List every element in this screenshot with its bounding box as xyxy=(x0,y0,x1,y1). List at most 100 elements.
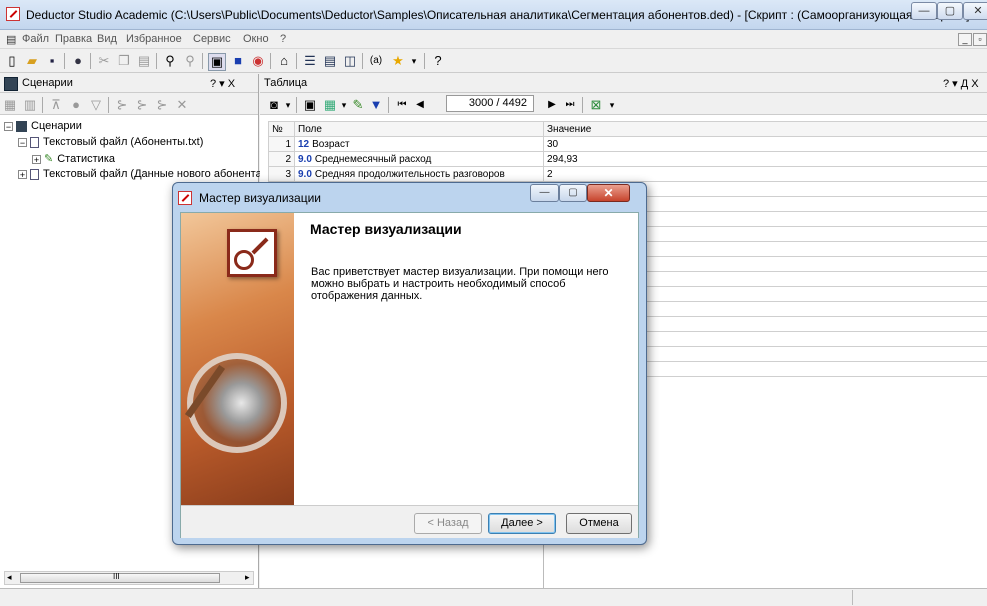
dialog-maximize-icon[interactable]: ▢ xyxy=(559,184,587,202)
close-icon[interactable]: ✕ xyxy=(963,2,987,20)
next-record-icon[interactable]: ▶ xyxy=(544,97,560,113)
menu-window[interactable]: Окно xyxy=(243,33,269,45)
type-code: 9.0 xyxy=(298,169,312,180)
save-icon[interactable]: ▪ xyxy=(44,53,60,69)
table-pane-title: Таблица xyxy=(264,77,307,89)
script-icon[interactable]: ■ xyxy=(230,53,246,69)
scroll-right-icon[interactable]: ▸ xyxy=(245,572,250,583)
minimize-icon[interactable]: — xyxy=(911,2,937,20)
dialog-close-icon[interactable]: ✕ xyxy=(587,184,630,202)
window-title: Deductor Studio Academic (C:\Users\Publi… xyxy=(26,8,970,22)
variables-icon[interactable]: (a) xyxy=(368,53,384,69)
menu-edit[interactable]: Правка xyxy=(55,33,92,45)
wizard-description: Вас приветствует мастер визуализации. Пр… xyxy=(311,266,631,302)
scroll-left-icon[interactable]: ◂ xyxy=(7,572,12,583)
cancel-button[interactable]: Отмена xyxy=(566,513,632,534)
cut-icon[interactable]: ✂ xyxy=(96,53,112,69)
home-icon[interactable]: ⌂ xyxy=(276,53,292,69)
menu-view[interactable]: Вид xyxy=(97,33,117,45)
scrollbar-grip: III xyxy=(113,572,120,581)
scrollbar-thumb[interactable] xyxy=(20,573,220,583)
cascade-icon[interactable]: ☰ xyxy=(302,53,318,69)
menu-favorites[interactable]: Избранное xyxy=(126,33,182,45)
table-pane-header: Таблица ? ▾ Д X xyxy=(260,74,987,93)
copy-icon[interactable]: ❐ xyxy=(116,53,132,69)
node-props-icon[interactable]: ▥ xyxy=(22,97,38,113)
type-code: 9.0 xyxy=(298,154,312,165)
tree-copy-icon[interactable]: ⊱ xyxy=(134,97,150,113)
chevron-down-icon[interactable]: ▾ xyxy=(406,53,422,69)
table-row[interactable]: 1 12Возраст 30 xyxy=(269,137,987,152)
add-node-icon[interactable]: ▦ xyxy=(2,97,18,113)
excel-dropdown-icon[interactable]: ▾ xyxy=(604,97,620,113)
wizard-heading: Мастер визуализации xyxy=(310,221,462,237)
menu-bar: ▤ Файл Правка Вид Избранное Сервис Окно … xyxy=(0,30,987,49)
menu-service[interactable]: Сервис xyxy=(193,33,231,45)
table-row[interactable]: 3 9.0Средняя продолжительность разговоро… xyxy=(269,167,987,182)
paste-icon[interactable]: ▤ xyxy=(136,53,152,69)
window-title-bar[interactable]: Deductor Studio Academic (C:\Users\Publi… xyxy=(0,0,987,30)
scenarios-pane-controls[interactable]: ? ▾ X xyxy=(210,77,235,90)
status-bar xyxy=(0,588,987,606)
filter-icon[interactable]: ▼ xyxy=(368,97,384,113)
magnifier-logo-icon xyxy=(227,229,277,277)
find-icon[interactable]: ⚲ xyxy=(162,53,178,69)
tree-item-new-subscriber-file[interactable]: +Текстовый файл (Данные нового абонента xyxy=(18,168,262,180)
wizard-image xyxy=(181,213,294,505)
record-counter-input[interactable]: 3000 / 4492 xyxy=(446,95,534,112)
tree-paste-icon[interactable]: ⊱ xyxy=(154,97,170,113)
next-button[interactable]: Далее > xyxy=(488,513,556,534)
app-icon xyxy=(6,7,20,21)
help-circle-icon[interactable]: ◉ xyxy=(250,53,266,69)
text-file-icon xyxy=(30,169,39,180)
new-file-icon[interactable]: ▯ xyxy=(4,53,20,69)
last-record-icon[interactable]: ⏭ xyxy=(562,97,578,113)
tree-item-statistics[interactable]: +✎Статистика xyxy=(32,152,115,165)
dialog-body: Мастер визуализации Вас приветствует мас… xyxy=(180,212,639,538)
magnifier-glass-icon xyxy=(187,353,287,453)
back-button[interactable]: < Назад xyxy=(414,513,482,534)
tile-vertical-icon[interactable]: ◫ xyxy=(342,53,358,69)
tree-icon[interactable]: ⊱ xyxy=(114,97,130,113)
open-folder-icon[interactable]: ▰ xyxy=(24,53,40,69)
statistics-tool-icon[interactable]: ✎ xyxy=(350,97,366,113)
visualization-dropdown-icon[interactable]: ▾ xyxy=(280,97,296,113)
scenario-root-icon xyxy=(16,121,27,132)
delete-icon[interactable]: ✕ xyxy=(174,97,190,113)
tree-item-root[interactable]: −Сценарии xyxy=(4,120,82,132)
import-icon[interactable]: ⊼ xyxy=(48,97,64,113)
table-settings-icon[interactable]: ▣ xyxy=(302,97,318,113)
prev-record-icon[interactable]: ◀ xyxy=(412,97,428,113)
mdi-restore-icon[interactable]: ▫ xyxy=(973,33,987,46)
scenarios-panel-icon[interactable]: ▣ xyxy=(208,53,226,71)
horizontal-scrollbar[interactable]: ◂ III ▸ xyxy=(4,571,254,585)
mdi-minimize-icon[interactable]: _ xyxy=(958,33,972,46)
process-icon[interactable]: ● xyxy=(68,97,84,113)
export-icon[interactable]: ▽ xyxy=(88,97,104,113)
table-toolbar: ◙ ▾ ▣ ▦ ▾ ✎ ▼ ⏮ ◀ 3000 / 4492 ▶ ⏭ ⊠ ▾ xyxy=(260,93,987,115)
wizard-app-icon xyxy=(178,191,192,205)
connect-icon[interactable]: ● xyxy=(70,53,86,69)
maximize-icon[interactable]: ▢ xyxy=(937,2,963,20)
column-header-field[interactable]: Поле xyxy=(295,122,544,137)
table-pane-controls[interactable]: ? ▾ Д X xyxy=(943,77,979,90)
star-icon[interactable]: ★ xyxy=(390,53,406,69)
column-header-value[interactable]: Значение xyxy=(544,122,987,137)
excel-icon[interactable]: ⊠ xyxy=(588,97,604,113)
column-header-number[interactable]: № xyxy=(269,122,295,137)
first-record-icon[interactable]: ⏮ xyxy=(394,97,410,113)
dialog-title: Мастер визуализации xyxy=(199,191,321,205)
scenarios-pane-header: Сценарии ? ▾ X xyxy=(0,74,258,93)
menu-help[interactable]: ? xyxy=(280,33,286,45)
scenarios-pane-title: Сценарии xyxy=(22,77,73,89)
table-row[interactable]: 2 9.0Среднемесячный расход 294,93 xyxy=(269,152,987,167)
menu-file[interactable]: Файл xyxy=(22,33,49,45)
dialog-minimize-icon[interactable]: — xyxy=(530,184,559,202)
question-icon[interactable]: ? xyxy=(430,53,446,69)
tile-horizontal-icon[interactable]: ▤ xyxy=(322,53,338,69)
find-next-icon[interactable]: ⚲ xyxy=(182,53,198,69)
dialog-footer: < Назад Далее > Отмена xyxy=(181,505,638,538)
tree-item-subscribers-file[interactable]: −Текстовый файл (Абоненты.txt) xyxy=(18,136,203,148)
scenarios-icon xyxy=(4,77,18,91)
menu-system-icon[interactable]: ▤ xyxy=(6,33,16,46)
